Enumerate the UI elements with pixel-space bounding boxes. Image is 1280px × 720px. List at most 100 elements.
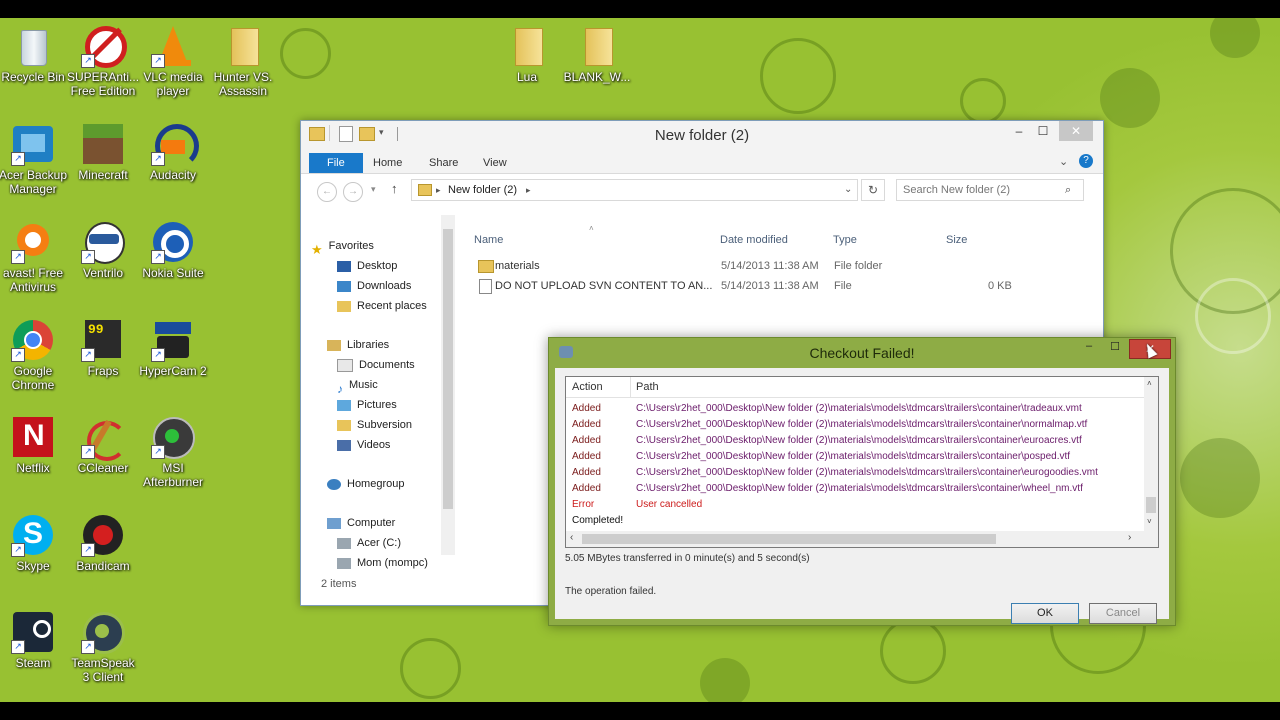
scroll-right-icon[interactable]: › xyxy=(1128,532,1131,543)
videos-icon xyxy=(337,439,351,451)
desktop-icon-bandicam[interactable]: ↗ Bandicam xyxy=(67,513,139,573)
bandicam-icon: ↗ xyxy=(81,513,125,557)
address-dropdown-icon[interactable]: ⌄ xyxy=(844,180,852,200)
column-header-type[interactable]: Type xyxy=(833,234,857,246)
tab-file[interactable]: File xyxy=(309,153,363,173)
refresh-button[interactable]: ↻ xyxy=(861,179,885,201)
operation-status: The operation failed. xyxy=(565,586,657,597)
log-row[interactable]: Added C:\Users\r2het_000\Desktop\New fol… xyxy=(566,401,1126,417)
nav-favorites[interactable]: ★ Favorites xyxy=(311,237,374,257)
nav-subversion[interactable]: Subversion xyxy=(337,416,412,434)
forward-button[interactable]: → xyxy=(343,182,363,202)
folder-icon xyxy=(221,24,265,68)
desktop-icon-msi-afterburner[interactable]: ↗ MSI Afterburner xyxy=(137,415,209,489)
drive-icon xyxy=(337,537,351,549)
desktop-icon xyxy=(337,260,351,272)
desktop-icon-netflix[interactable]: N Netflix xyxy=(0,415,69,475)
nav-libraries[interactable]: Libraries xyxy=(327,336,389,354)
log-row-completed[interactable]: Completed! xyxy=(566,513,1126,529)
log-header-path[interactable]: Path xyxy=(636,381,659,393)
dialog-minimize-button[interactable]: – xyxy=(1079,340,1099,358)
scroll-up-icon[interactable]: ˄ xyxy=(1147,379,1152,388)
checkout-log[interactable]: Action Path Added C:\Users\r2het_000\Des… xyxy=(565,376,1159,548)
desktop-icon-minecraft[interactable]: Minecraft xyxy=(67,122,139,182)
address-bar[interactable]: ▸ New folder (2) ▸ ⌄ xyxy=(411,179,858,201)
documents-icon xyxy=(337,358,353,372)
cancel-button[interactable]: Cancel xyxy=(1089,603,1157,624)
nav-scrollbar[interactable] xyxy=(441,215,455,555)
column-header-date-modified[interactable]: Date modified xyxy=(720,234,788,246)
desktop-icon-acer-backup[interactable]: ↗ Acer Backup Manager xyxy=(0,122,69,196)
tab-view[interactable]: View xyxy=(473,153,517,173)
log-row-error[interactable]: Error User cancelled xyxy=(566,497,1126,513)
nav-downloads[interactable]: Downloads xyxy=(337,277,411,295)
scrollbar-thumb[interactable] xyxy=(1146,497,1156,513)
desktop-icon-audacity[interactable]: ↗ Audacity xyxy=(137,122,209,182)
log-row[interactable]: Added C:\Users\r2het_000\Desktop\New fol… xyxy=(566,481,1126,497)
recent-locations-icon[interactable]: ▾ xyxy=(371,184,376,195)
maximize-button[interactable]: ☐ xyxy=(1029,121,1057,141)
nav-documents[interactable]: Documents xyxy=(337,356,415,374)
desktop-icon-steam[interactable]: ↗ Steam xyxy=(0,610,69,670)
log-horizontal-scrollbar[interactable]: ‹ › xyxy=(566,531,1158,547)
desktop-icon-ccleaner[interactable]: ↗ CCleaner xyxy=(67,415,139,475)
checkout-failed-dialog[interactable]: Checkout Failed! – ☐ ✕ Action Path Added… xyxy=(548,337,1176,626)
log-header-action[interactable]: Action xyxy=(572,381,603,393)
scrollbar-thumb[interactable] xyxy=(582,534,996,544)
desktop-icon-chrome[interactable]: ↗ Google Chrome xyxy=(0,318,69,392)
wallpaper-decoration xyxy=(1195,278,1271,354)
breadcrumb[interactable]: New folder (2) xyxy=(448,180,517,200)
ok-button[interactable]: OK xyxy=(1011,603,1079,624)
column-header-size[interactable]: Size xyxy=(946,234,967,246)
nav-music[interactable]: ♪ Music xyxy=(337,376,378,396)
desktop-icon-vlc[interactable]: ↗ VLC media player xyxy=(137,24,209,98)
dialog-maximize-button[interactable]: ☐ xyxy=(1105,340,1125,358)
tab-home[interactable]: Home xyxy=(363,153,412,173)
desktop-icon-hypercam[interactable]: ↗ HyperCam 2 xyxy=(137,318,209,378)
scroll-down-icon[interactable]: ˅ xyxy=(1147,517,1152,526)
log-row[interactable]: Added C:\Users\r2het_000\Desktop\New fol… xyxy=(566,449,1126,465)
scroll-left-icon[interactable]: ‹ xyxy=(570,532,573,543)
desktop-icon-teamspeak[interactable]: ↗ TeamSpeak 3 Client xyxy=(67,610,139,684)
file-icon xyxy=(479,279,492,294)
chrome-icon: ↗ xyxy=(11,318,55,362)
desktop-icon-avast[interactable]: ↗ avast! Free Antivirus xyxy=(0,220,69,294)
up-button[interactable]: ↑ xyxy=(391,181,398,196)
desktop-icon-recycle-bin[interactable]: Recycle Bin xyxy=(0,24,69,84)
downloads-icon xyxy=(337,280,351,292)
subversion-icon xyxy=(337,419,351,431)
desktop-icon-superantispyware[interactable]: ↗ SUPERAnti... Free Edition xyxy=(67,24,139,98)
desktop-icon-nokia-suite[interactable]: ↗ Nokia Suite xyxy=(137,220,209,280)
close-button[interactable]: ✕ xyxy=(1059,121,1093,141)
nav-homegroup[interactable]: Homegroup xyxy=(327,475,404,493)
tab-share[interactable]: Share xyxy=(419,153,468,173)
file-row[interactable]: DO NOT UPLOAD SVN CONTENT TO AN... 5/14/… xyxy=(471,278,1031,296)
nav-acer-c[interactable]: Acer (C:) xyxy=(337,534,401,552)
nav-mom-mompc[interactable]: Mom (mompc) xyxy=(337,554,428,572)
expand-ribbon-icon[interactable]: ⌄ xyxy=(1059,155,1068,168)
log-row[interactable]: Added C:\Users\r2het_000\Desktop\New fol… xyxy=(566,465,1126,481)
desktop-icon-hunter-vs-assassin[interactable]: Hunter VS. Assassin xyxy=(207,24,279,98)
nav-desktop[interactable]: Desktop xyxy=(337,257,397,275)
file-row[interactable]: materials 5/14/2013 11:38 AM File folder xyxy=(471,258,1031,276)
teamspeak-icon: ↗ xyxy=(81,610,125,654)
nav-computer[interactable]: Computer xyxy=(327,514,395,532)
log-row[interactable]: Added C:\Users\r2het_000\Desktop\New fol… xyxy=(566,433,1126,449)
nav-recent-places[interactable]: Recent places xyxy=(337,297,427,315)
log-row[interactable]: Added C:\Users\r2het_000\Desktop\New fol… xyxy=(566,417,1126,433)
desktop-icon-lua[interactable]: Lua xyxy=(491,24,563,84)
desktop-icon-ventrilo[interactable]: ↗ Ventrilo xyxy=(67,220,139,280)
network-drive-icon xyxy=(337,557,351,569)
log-vertical-scrollbar[interactable]: ˄ ˅ xyxy=(1144,377,1158,531)
file-size: 0 KB xyxy=(988,280,1012,292)
back-button[interactable]: ← xyxy=(317,182,337,202)
desktop-icon-fraps[interactable]: 99 ↗ Fraps xyxy=(67,318,139,378)
explorer-titlebar[interactable]: ▾ New folder (2) – ☐ ✕ xyxy=(301,121,1103,151)
help-icon[interactable]: ? xyxy=(1079,154,1093,168)
column-header-name[interactable]: Name xyxy=(474,234,503,246)
nav-videos[interactable]: Videos xyxy=(337,436,390,454)
desktop-icon-skype[interactable]: S ↗ Skype xyxy=(0,513,69,573)
search-input[interactable]: Search New folder (2) ⌕ xyxy=(896,179,1084,201)
desktop-icon-blank-w[interactable]: BLANK_W... xyxy=(561,24,633,84)
nav-pictures[interactable]: Pictures xyxy=(337,396,397,414)
